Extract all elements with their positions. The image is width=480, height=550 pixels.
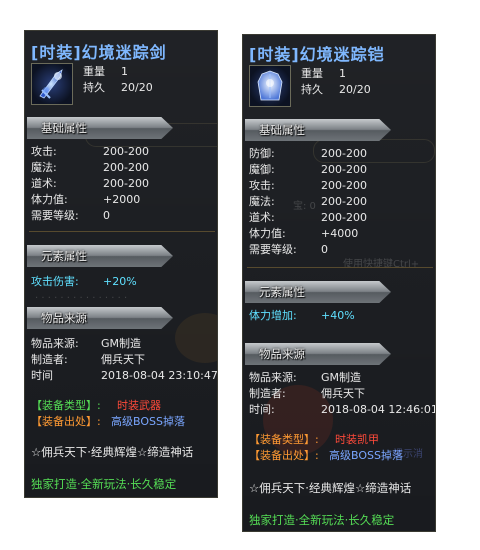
stat-value: 0 (103, 209, 110, 222)
durability-value: 20/20 (121, 81, 153, 94)
stat-value: 0 (321, 243, 328, 256)
durability-value: 20/20 (339, 83, 371, 96)
base-attributes-header: 基础属性 (245, 119, 391, 141)
time-value: 2018-08-04 12:46:01 (321, 403, 436, 416)
maker-label: 制造者: (249, 387, 286, 400)
stat-label: 体力值: (249, 227, 286, 240)
background-ornament (175, 313, 217, 363)
item-title: [时装]幻境迷踪铠 (249, 45, 385, 64)
stat-label: 魔法: (249, 195, 275, 208)
stat-value: 200-200 (103, 161, 149, 174)
stat-label: 攻击: (31, 145, 57, 158)
slogan-text: ☆佣兵天下·经典辉煌☆缔造神话 (31, 445, 194, 459)
equip-type-label: 【装备类型】: (249, 433, 319, 446)
sword-icon[interactable] (31, 63, 73, 105)
stat-value: 200-200 (103, 177, 149, 190)
slogan-text: ☆佣兵天下·经典辉煌☆缔造神话 (249, 481, 412, 495)
time-label: 时间 (31, 369, 53, 382)
time-label: 时间: (249, 403, 275, 416)
element-stat-value: +20% (103, 275, 137, 288)
source-label: 物品来源: (31, 337, 79, 350)
stat-label: 攻击: (249, 179, 275, 192)
durability-label: 持久 (301, 83, 323, 96)
weight-label: 重量 (301, 67, 323, 80)
stat-label: 需要等级: (249, 243, 297, 256)
stat-value: +2000 (103, 193, 141, 206)
element-attributes-header: 元素属性 (245, 281, 391, 303)
equip-source-label: 【装备出处】: (249, 449, 319, 462)
element-stat-value: +40% (321, 309, 355, 322)
maker-value: 佣兵天下 (321, 387, 365, 400)
equip-type-value: 时装武器 (117, 399, 161, 412)
stat-value: 200-200 (321, 163, 367, 176)
equip-type-value: 时装凯甲 (335, 433, 379, 446)
stat-value: 200-200 (321, 211, 367, 224)
equip-type-label: 【装备类型】: (31, 399, 101, 412)
stat-label: 道术: (31, 177, 57, 190)
stat-label: 体力值: (31, 193, 68, 206)
weight-value: 1 (121, 65, 128, 78)
armor-tooltip: 宝: 0 使用快捷键Ctrl+ 提示消 [时装]幻境迷踪铠 重量 1 持久 20… (242, 34, 436, 532)
durability-label: 持久 (83, 81, 105, 94)
stat-value: 200-200 (321, 147, 367, 160)
item-title: [时装]幻境迷踪剑 (31, 43, 167, 62)
equip-source-value: 高级BOSS掉落 (111, 415, 185, 428)
stat-label: 道术: (249, 211, 275, 224)
footer-text: 独家打造·全新玩法·长久稳定 (31, 477, 177, 491)
weight-label: 重量 (83, 65, 105, 78)
stat-label: 防御: (249, 147, 275, 160)
stat-label: 需要等级: (31, 209, 79, 222)
stat-value: 200-200 (103, 145, 149, 158)
source-value: GM制造 (101, 337, 142, 350)
stat-label: 魔御: (249, 163, 275, 176)
stat-label: 魔法: (31, 161, 57, 174)
stat-value: 200-200 (321, 179, 367, 192)
item-source-header: 物品来源 (27, 307, 173, 329)
source-value: GM制造 (321, 371, 362, 384)
section-divider (29, 231, 215, 232)
footer-text: 独家打造·全新玩法·长久稳定 (249, 513, 395, 527)
stat-value: 200-200 (321, 195, 367, 208)
stat-value: +4000 (321, 227, 359, 240)
time-value: 2018-08-04 23:10:47 (101, 369, 218, 382)
equip-source-value: 高级BOSS掉落 (329, 449, 403, 462)
base-attributes-header: 基础属性 (27, 117, 173, 139)
maker-value: 佣兵天下 (101, 353, 145, 366)
element-stat-label: 体力增加: (249, 309, 297, 322)
item-source-header: 物品来源 (245, 343, 391, 365)
section-divider (247, 267, 433, 268)
background-ghost-text: · · · · · · · · · · · · · · · (35, 293, 128, 304)
maker-label: 制造者: (31, 353, 68, 366)
source-label: 物品来源: (249, 371, 297, 384)
element-stat-label: 攻击伤害: (31, 275, 79, 288)
weight-value: 1 (339, 67, 346, 80)
sword-tooltip: · · · · · · · · · · · · · · · [时装]幻境迷踪剑 … (24, 30, 218, 498)
background-ghost-text: 宝: 0 (293, 201, 316, 212)
armor-icon[interactable] (249, 65, 291, 107)
element-attributes-header: 元素属性 (27, 245, 173, 267)
equip-source-label: 【装备出处】: (31, 415, 101, 428)
